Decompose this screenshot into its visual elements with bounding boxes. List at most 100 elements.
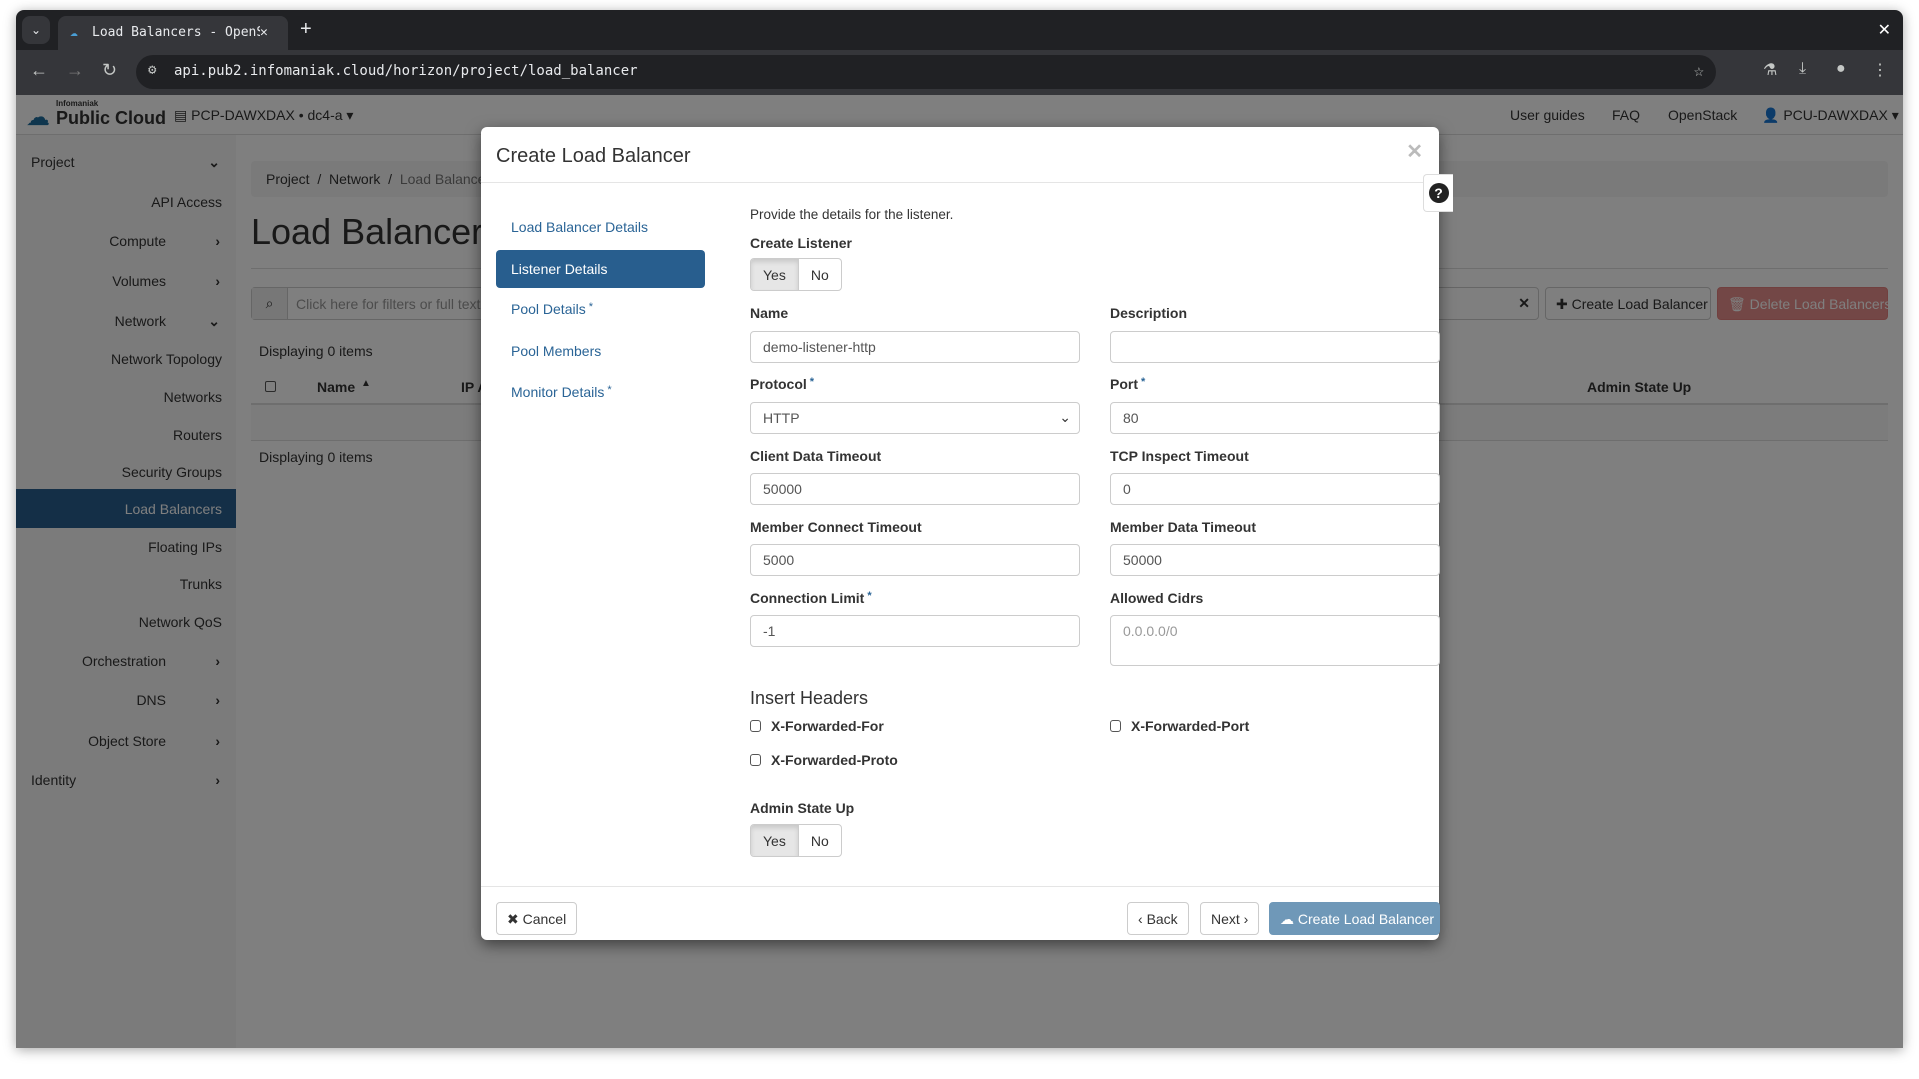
client-data-timeout-label: Client Data Timeout xyxy=(750,448,882,464)
back-button[interactable]: ‹ Back xyxy=(1127,902,1189,935)
name-label: Name xyxy=(750,305,789,321)
create-listener-toggle[interactable]: Yes No xyxy=(750,258,842,291)
checkbox-box[interactable] xyxy=(1110,720,1121,732)
tab-title: Load Balancers - OpenStack xyxy=(92,25,288,40)
menu-icon[interactable]: ⋮ xyxy=(1872,60,1888,80)
port-label-text: Port xyxy=(1110,376,1138,392)
modal-header-divider xyxy=(481,182,1439,183)
step-label: Monitor Details xyxy=(511,384,605,400)
required-mark: * xyxy=(867,590,872,602)
step-label: Pool Details xyxy=(511,301,586,317)
connection-limit-label: Connection Limit * xyxy=(750,590,872,606)
address-bar-row: ← → ↻ ⚙ api.pub2.infomaniak.cloud/horizo… xyxy=(16,50,1903,95)
protocol-label-text: Protocol xyxy=(750,376,807,392)
x-forwarded-for-checkbox[interactable]: X-Forwarded-For xyxy=(750,718,884,734)
create-listener-label: Create Listener xyxy=(750,235,852,251)
connection-limit-input[interactable]: -1 xyxy=(750,615,1080,647)
create-load-balancer-submit-button[interactable]: ☁ Create Load Balancer xyxy=(1269,902,1440,935)
close-modal-icon[interactable]: ✕ xyxy=(1406,139,1423,164)
new-tab-icon[interactable]: + xyxy=(300,18,312,41)
description-label: Description xyxy=(1110,305,1188,321)
x-forwarded-port-checkbox[interactable]: X-Forwarded-Port xyxy=(1110,718,1249,734)
member-connect-timeout-label: Member Connect Timeout xyxy=(750,519,922,535)
checkbox-label: X-Forwarded-Proto xyxy=(771,752,898,768)
protocol-select[interactable]: HTTP ⌄ xyxy=(750,402,1080,434)
question-circle-icon: ? xyxy=(1428,183,1449,203)
connection-limit-value: -1 xyxy=(763,623,776,639)
protocol-label: Protocol * xyxy=(750,376,814,392)
member-data-timeout-value: 50000 xyxy=(1123,552,1162,568)
modal-footer-divider xyxy=(481,886,1439,887)
admin-state-up-label: Admin State Up xyxy=(750,800,855,816)
allowed-cidrs-label: Allowed Cidrs xyxy=(1110,590,1204,606)
cloud-favicon-icon: ☁ xyxy=(70,25,78,40)
client-data-timeout-value: 50000 xyxy=(763,481,802,497)
step-label: Listener Details xyxy=(511,261,608,277)
member-connect-timeout-value: 5000 xyxy=(763,552,795,568)
tab-search-button[interactable]: ⌄ xyxy=(22,16,50,44)
url-input[interactable]: ⚙ api.pub2.infomaniak.cloud/horizon/proj… xyxy=(136,55,1716,89)
member-data-timeout-label: Member Data Timeout xyxy=(1110,519,1256,535)
checkbox-box[interactable] xyxy=(750,720,761,732)
create-listener-no[interactable]: No xyxy=(799,259,841,290)
reload-icon[interactable]: ↻ xyxy=(102,60,117,81)
help-button[interactable]: ? xyxy=(1423,174,1453,212)
profile-icon[interactable]: ● xyxy=(1836,60,1846,78)
step-load-balancer-details[interactable]: Load Balancer Details xyxy=(496,208,705,246)
browser-tab[interactable]: ☁ Load Balancers - OpenStack ✕ xyxy=(58,16,288,50)
allowed-cidrs-placeholder: 0.0.0.0/0 xyxy=(1123,623,1178,639)
step-pool-details[interactable]: Pool Details * xyxy=(496,290,705,328)
download-icon[interactable]: ⤓ xyxy=(1799,60,1806,78)
forward-icon[interactable]: → xyxy=(66,60,84,81)
browser-window: ⌄ ☁ Load Balancers - OpenStack ✕ + ✕ ← →… xyxy=(16,10,1903,1048)
close-tab-icon[interactable]: ✕ xyxy=(260,16,288,50)
required-mark: * xyxy=(607,384,612,396)
create-listener-yes[interactable]: Yes xyxy=(751,259,799,290)
checkbox-label: X-Forwarded-For xyxy=(771,718,884,734)
description-input[interactable] xyxy=(1110,331,1440,363)
admin-state-no[interactable]: No xyxy=(799,825,841,856)
bookmark-star-icon[interactable]: ☆ xyxy=(1694,61,1704,81)
allowed-cidrs-textarea[interactable]: 0.0.0.0/0 xyxy=(1110,615,1440,666)
port-value: 80 xyxy=(1123,410,1139,426)
labs-icon[interactable]: ⚗ xyxy=(1763,60,1777,80)
step-listener-details[interactable]: Listener Details xyxy=(496,250,705,288)
name-value: demo-listener-http xyxy=(763,339,876,355)
insert-headers-title: Insert Headers xyxy=(750,688,869,708)
create-label: Create Load Balancer xyxy=(1297,911,1435,927)
connection-limit-label-text: Connection Limit xyxy=(750,590,865,606)
close-icon: ✖ xyxy=(507,911,519,927)
cloud-upload-icon: ☁ xyxy=(1280,911,1294,927)
admin-state-toggle[interactable]: Yes No xyxy=(750,824,842,857)
step-monitor-details[interactable]: Monitor Details * xyxy=(496,373,705,411)
name-input[interactable]: demo-listener-http xyxy=(750,331,1080,363)
cancel-label: Cancel xyxy=(522,911,567,927)
close-window-icon[interactable]: ✕ xyxy=(1878,20,1891,40)
cancel-button[interactable]: ✖ Cancel xyxy=(496,902,578,935)
required-mark: * xyxy=(1141,376,1146,388)
port-input[interactable]: 80 xyxy=(1110,402,1440,434)
tab-bar: ⌄ ☁ Load Balancers - OpenStack ✕ + ✕ xyxy=(16,10,1903,50)
client-data-timeout-input[interactable]: 50000 xyxy=(750,473,1080,505)
required-mark: * xyxy=(588,301,593,313)
checkbox-box[interactable] xyxy=(750,754,761,766)
member-connect-timeout-input[interactable]: 5000 xyxy=(750,544,1080,576)
modal-title: Create Load Balancer xyxy=(496,145,691,167)
chevron-down-icon: ⌄ xyxy=(1059,409,1071,425)
member-data-timeout-input[interactable]: 50000 xyxy=(1110,544,1440,576)
url-text: api.pub2.infomaniak.cloud/horizon/projec… xyxy=(174,63,638,79)
next-button[interactable]: Next › xyxy=(1200,902,1260,935)
checkbox-label: X-Forwarded-Port xyxy=(1131,718,1250,734)
admin-state-yes[interactable]: Yes xyxy=(751,825,799,856)
back-icon[interactable]: ← xyxy=(30,60,48,81)
protocol-value: HTTP xyxy=(763,410,800,426)
required-mark: * xyxy=(809,376,815,388)
site-settings-icon[interactable]: ⚙ xyxy=(148,62,156,78)
tcp-inspect-timeout-value: 0 xyxy=(1123,481,1131,497)
tcp-inspect-timeout-input[interactable]: 0 xyxy=(1110,473,1440,505)
next-label: Next xyxy=(1211,911,1240,927)
step-pool-members[interactable]: Pool Members xyxy=(496,332,705,370)
step-label: Load Balancer Details xyxy=(511,219,648,235)
back-label: Back xyxy=(1146,911,1178,927)
x-forwarded-proto-checkbox[interactable]: X-Forwarded-Proto xyxy=(750,752,898,768)
